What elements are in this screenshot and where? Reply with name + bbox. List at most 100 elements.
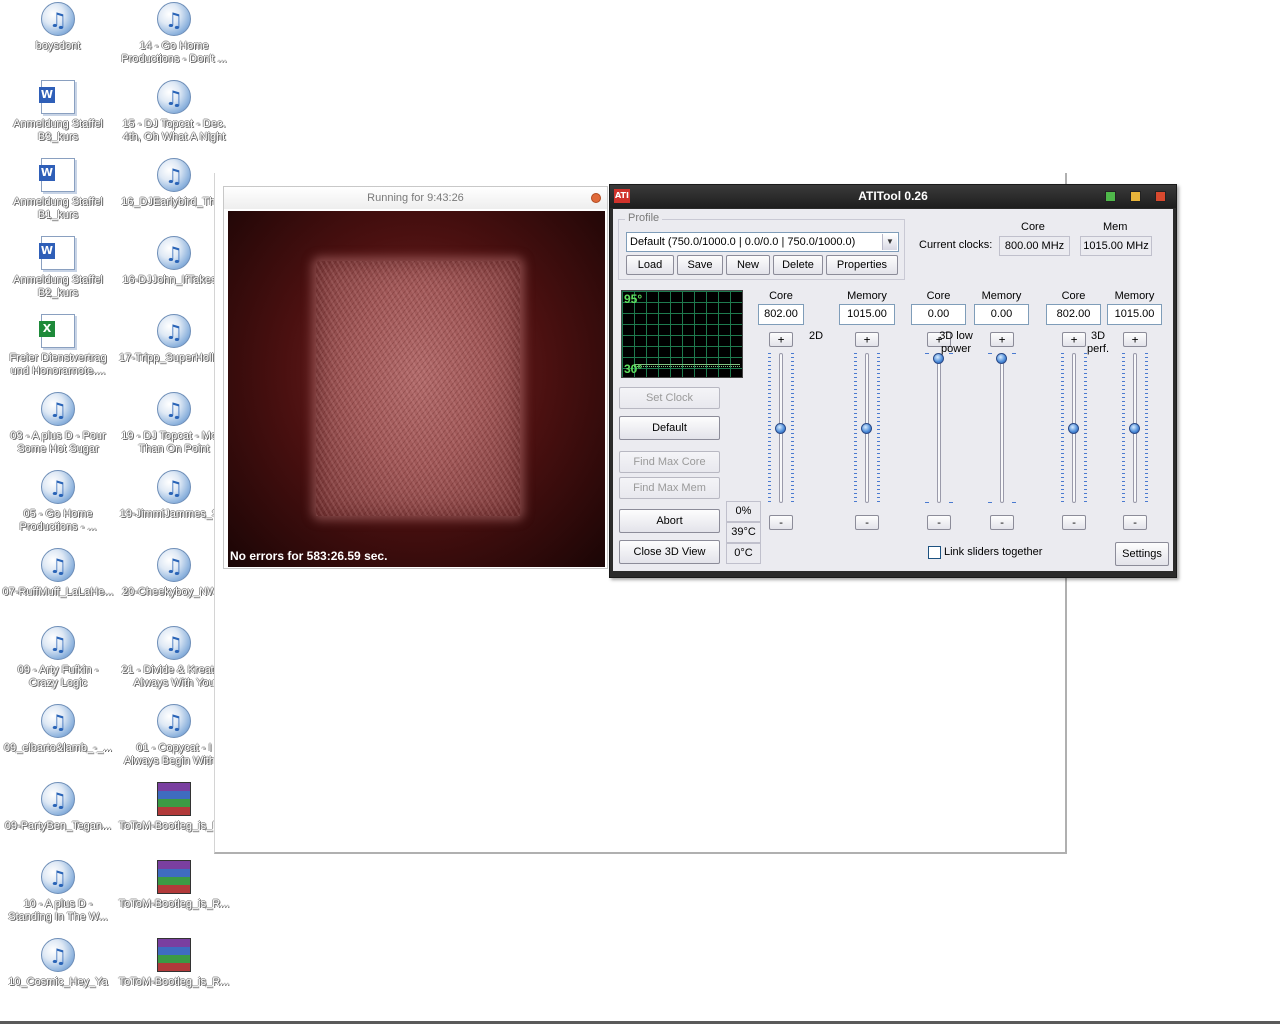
desktop-icon[interactable]: 14 - Go Home Productions - Don't ... [116, 2, 232, 66]
desktop-icon[interactable]: Anmeldung Staffel B2_kurs [0, 236, 116, 300]
profile-group: Profile Default (750.0/1000.0 | 0.0/0.0 … [618, 212, 905, 280]
archive-icon [157, 860, 191, 894]
slider-ticks [854, 353, 857, 503]
music-file-icon [157, 470, 191, 504]
clock-group-name: 2D [808, 330, 824, 342]
find-max-mem-button[interactable]: Find Max Mem [619, 477, 720, 499]
mem-column-header: Memory [847, 290, 887, 302]
desktop-icon[interactable]: 15 - DJ Topcat - Dec. 4th, Oh What A Nig… [116, 80, 232, 144]
render-3d-window: Running for 9:43:26 No errors for 583:26… [223, 186, 608, 569]
new-button[interactable]: New [726, 255, 770, 275]
music-file-icon [157, 548, 191, 582]
window-title: ATITool 0.26 [858, 189, 928, 203]
desktop-icon[interactable]: 07-RuffMuff_LaLaHe... [0, 548, 116, 599]
core-decrease-button[interactable]: - [769, 515, 793, 530]
close-icon[interactable] [1155, 191, 1166, 202]
render-status-text: No errors for 583:26.59 sec. [230, 549, 388, 563]
desktop-icon-label: 10 - A plus D - Standing In The W... [8, 898, 108, 923]
desktop-icon[interactable]: Anmeldung Staffel B1_kurs [0, 158, 116, 222]
fur-cube-render [316, 261, 520, 516]
desktop-icon[interactable]: 03 - A plus D - Pour Some Hot Sugar [0, 392, 116, 456]
core-clock-slider[interactable] [924, 353, 954, 503]
mem-decrease-button[interactable]: - [1123, 515, 1147, 530]
render-viewport: No errors for 583:26.59 sec. [228, 211, 605, 567]
core-clock-input[interactable]: 802.00 [1046, 304, 1101, 325]
default-button[interactable]: Default [619, 416, 720, 440]
music-file-icon [41, 470, 75, 504]
close-icon[interactable] [591, 193, 601, 203]
word-document-icon [39, 158, 75, 192]
set-clock-button[interactable]: Set Clock [619, 387, 720, 409]
mem-decrease-button[interactable]: - [990, 515, 1014, 530]
mem-increase-button[interactable]: + [1123, 332, 1147, 347]
slider-thumb[interactable] [996, 353, 1007, 364]
desktop-icon[interactable]: Freier Dienstvertrag und Honorarnote.... [0, 314, 116, 378]
minimize-icon[interactable] [1105, 191, 1116, 202]
abort-button[interactable]: Abort [619, 509, 720, 533]
slider-thumb[interactable] [1068, 423, 1079, 434]
maximize-icon[interactable] [1130, 191, 1141, 202]
chevron-down-icon[interactable]: ▼ [882, 234, 897, 250]
find-max-core-button[interactable]: Find Max Core [619, 451, 720, 473]
core-clock-slider[interactable] [1059, 353, 1089, 503]
music-file-icon [157, 626, 191, 660]
desktop-icon[interactable]: 05 - Go Home Productions - ... [0, 470, 116, 534]
desktop-icon[interactable]: 09_elbarto&lamb_-_... [0, 704, 116, 755]
mem-clock-input[interactable]: 1015.00 [1107, 304, 1162, 325]
desktop-icon[interactable]: 10_Cosmic_Hey_Ya [0, 938, 116, 989]
desktop-icon-label: 03 - A plus D - Pour Some Hot Sugar [10, 430, 106, 455]
mem-increase-button[interactable]: + [855, 332, 879, 347]
slider-track [937, 353, 941, 503]
core-clock-input[interactable]: 802.00 [758, 304, 804, 325]
slider-thumb[interactable] [861, 423, 872, 434]
desktop-icon[interactable]: 09-PartyBen_Tegan... [0, 782, 116, 833]
mem-clock-header: Mem [1103, 221, 1128, 233]
desktop-icon[interactable]: 09 - Arty Fufkin - Crazy Logic [0, 626, 116, 690]
desktop-icon-label: Freier Dienstvertrag und Honorarnote.... [9, 352, 107, 377]
slider-ticks [768, 353, 771, 503]
save-button[interactable]: Save [677, 255, 723, 275]
link-sliders-checkbox[interactable] [928, 546, 941, 559]
delete-button[interactable]: Delete [773, 255, 823, 275]
archive-icon [157, 782, 191, 816]
core-decrease-button[interactable]: - [1062, 515, 1086, 530]
mem-clock-input[interactable]: 0.00 [974, 304, 1029, 325]
properties-button[interactable]: Properties [826, 255, 898, 275]
music-file-icon [157, 80, 191, 114]
desktop-icon-label: ToToM-Bootleg_is_R... [118, 976, 230, 988]
core-increase-button[interactable]: + [769, 332, 793, 347]
load-button[interactable]: Load [626, 255, 674, 275]
link-sliders-label: Link sliders together [944, 546, 1043, 558]
core-clock-slider[interactable] [766, 353, 796, 503]
title-bar[interactable]: ATI ATITool 0.26 [610, 185, 1176, 208]
slider-ticks [1061, 353, 1064, 503]
slider-thumb[interactable] [775, 423, 786, 434]
temp-min-label: 30° [624, 362, 643, 376]
core-decrease-button[interactable]: - [927, 515, 951, 530]
slider-ticks [1122, 353, 1125, 503]
mem-decrease-button[interactable]: - [855, 515, 879, 530]
close-3d-view-button[interactable]: Close 3D View [619, 540, 720, 564]
desktop-icon-label: Anmeldung Staffel B3_kurs [13, 118, 103, 143]
mem-increase-button[interactable]: + [990, 332, 1014, 347]
desktop-icon[interactable]: ToToM-Bootleg_is_R... [116, 860, 232, 911]
music-file-icon [157, 704, 191, 738]
core-column-header: Core [769, 290, 793, 302]
desktop-icon[interactable]: ToToM-Bootleg_is_R... [116, 938, 232, 989]
mem-clock-slider[interactable] [852, 353, 882, 503]
gpu-load-readout: 0% [726, 501, 761, 522]
mem-clock-input[interactable]: 1015.00 [839, 304, 895, 325]
profile-select[interactable]: Default (750.0/1000.0 | 0.0/0.0 | 750.0/… [626, 232, 899, 252]
slider-thumb[interactable] [1129, 423, 1140, 434]
desktop-icon[interactable]: boysdont [0, 2, 116, 53]
settings-button[interactable]: Settings [1115, 542, 1169, 566]
desktop-icon[interactable]: Anmeldung Staffel B3_kurs [0, 80, 116, 144]
mem-clock-slider[interactable] [987, 353, 1017, 503]
core-clock-input[interactable]: 0.00 [911, 304, 966, 325]
ambient-temp-readout: 0°C [726, 543, 761, 564]
archive-icon [157, 938, 191, 972]
music-file-icon [157, 158, 191, 192]
mem-clock-slider[interactable] [1120, 353, 1150, 503]
mem-column-header: Memory [1114, 290, 1155, 302]
desktop-icon[interactable]: 10 - A plus D - Standing In The W... [0, 860, 116, 924]
